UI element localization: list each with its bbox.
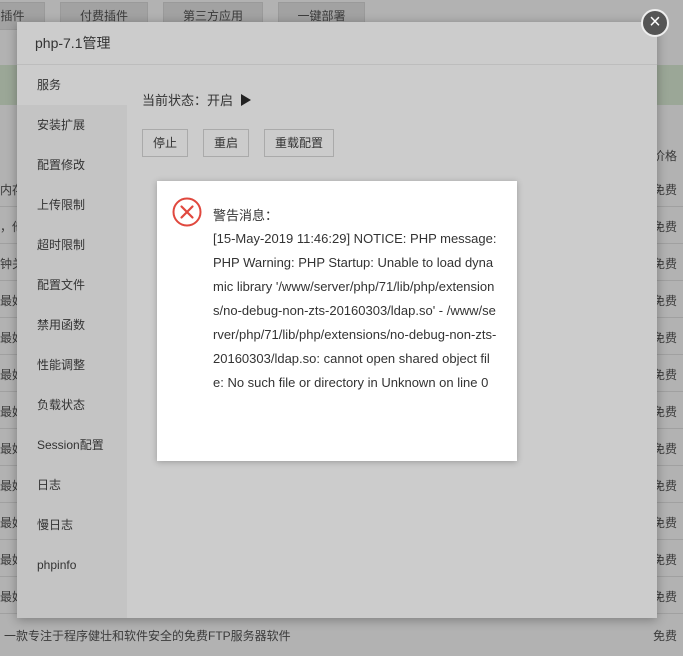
sidebar-item-1[interactable]: 安装扩展 bbox=[17, 105, 127, 145]
sidebar-item-5[interactable]: 配置文件 bbox=[17, 265, 127, 305]
warning-body: [15-May-2019 11:46:29] NOTICE: PHP messa… bbox=[213, 231, 497, 390]
service-status: 当前状态：开启 bbox=[142, 90, 251, 109]
sidebar-item-6[interactable]: 禁用函数 bbox=[17, 305, 127, 345]
play-icon bbox=[240, 94, 251, 106]
sidebar-item-11[interactable]: 慢日志 bbox=[17, 505, 127, 545]
warning-title: 警告消息： bbox=[213, 208, 279, 223]
warning-message-box: 警告消息： [15-May-2019 11:46:29] NOTICE: PHP… bbox=[157, 181, 517, 461]
sidebar-item-12[interactable]: phpinfo bbox=[17, 545, 127, 585]
dialog-title: php-7.1管理 bbox=[17, 22, 657, 65]
sidebar-item-8[interactable]: 负载状态 bbox=[17, 385, 127, 425]
sidebar-item-0[interactable]: 服务 bbox=[17, 65, 127, 105]
dialog-sidebar: 服务 安装扩展 配置修改 上传限制 超时限制 配置文件 禁用函数 性能调整 负载状态 Sessio… bbox=[17, 65, 127, 618]
status-label: 当前状态： bbox=[142, 93, 208, 108]
sidebar-item-10[interactable]: 日志 bbox=[17, 465, 127, 505]
error-icon bbox=[172, 197, 202, 227]
close-icon: × bbox=[649, 11, 661, 33]
sidebar-item-3[interactable]: 上传限制 bbox=[17, 185, 127, 225]
sidebar-item-7[interactable]: 性能调整 bbox=[17, 345, 127, 385]
sidebar-item-4[interactable]: 超时限制 bbox=[17, 225, 127, 265]
restart-button[interactable]: 重启 bbox=[203, 129, 250, 157]
reload-config-button[interactable]: 重载配置 bbox=[264, 129, 335, 157]
stop-button[interactable]: 停止 bbox=[142, 129, 189, 157]
close-dialog-button[interactable]: × bbox=[641, 9, 669, 37]
status-value: 开启 bbox=[207, 93, 234, 108]
sidebar-item-9[interactable]: Session配置 bbox=[17, 425, 127, 465]
sidebar-item-2[interactable]: 配置修改 bbox=[17, 145, 127, 185]
